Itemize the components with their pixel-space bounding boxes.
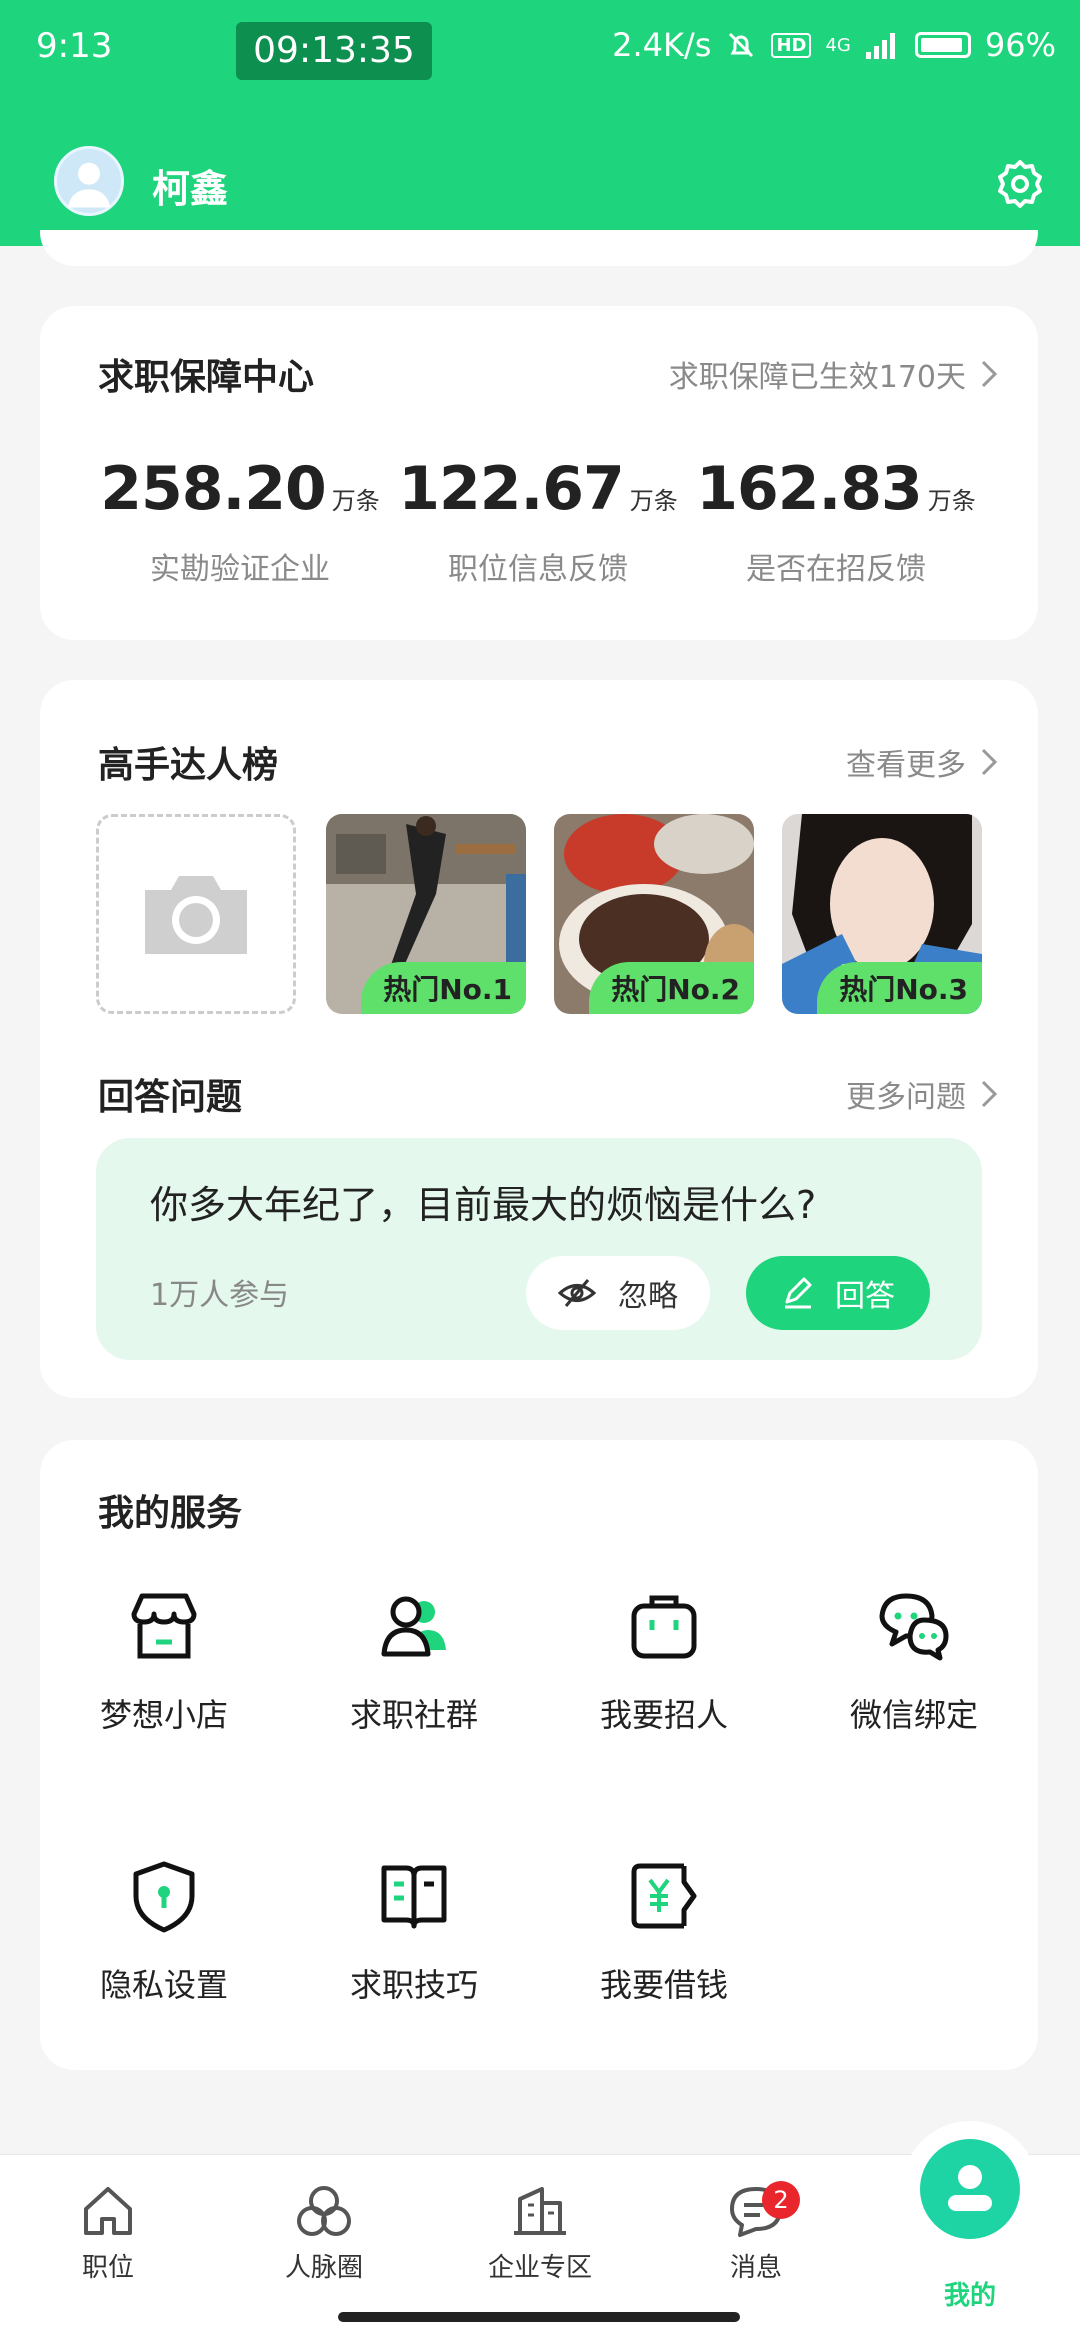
tab-me[interactable]: 我的	[902, 2121, 1038, 2311]
status-clock: 09:13:35	[236, 22, 432, 80]
battery-level: 96%	[984, 26, 1056, 64]
previous-card	[40, 230, 1038, 266]
question-box[interactable]: 你多大年纪了，目前最大的烦恼是什么? 1万人参与 忽略 回答	[96, 1138, 982, 1360]
home-icon	[84, 2187, 132, 2235]
qa-more-link[interactable]: 更多问题	[846, 1072, 998, 1116]
service-privacy[interactable]: 隐私设置	[64, 1858, 264, 2006]
services-card: 我的服务 梦想小店 求职社群 我要招人 微信绑定 隐私设置 求职技巧 我要借钱	[40, 1440, 1038, 2070]
yuan-icon	[631, 1863, 697, 1929]
tab-messages[interactable]: 消息	[686, 2181, 826, 2284]
stat-verified-companies: 258.20 万条 实勘验证企业	[100, 454, 380, 587]
experts-qa-card: 高手达人榜 查看更多 热门No.1 热门No.2 热门No.3 回答问题 更多问…	[40, 680, 1038, 1398]
home-indicator[interactable]	[338, 2312, 740, 2322]
guarantee-status[interactable]: 求职保障已生效170天	[669, 352, 998, 396]
signal-icon	[865, 33, 895, 59]
chevron-right-icon	[981, 360, 998, 388]
hot-badge: 热门No.2	[589, 962, 754, 1014]
user-icon	[948, 2165, 992, 2211]
service-borrow-money[interactable]: 我要借钱	[564, 1858, 764, 2006]
ignore-button[interactable]: 忽略	[526, 1256, 710, 1330]
guarantee-card[interactable]: 求职保障中心 求职保障已生效170天 258.20 万条 实勘验证企业 122.6…	[40, 306, 1038, 640]
question-participants: 1万人参与	[150, 1278, 290, 1313]
experts-more-link[interactable]: 查看更多	[846, 740, 998, 784]
briefcase-icon	[631, 1595, 697, 1659]
mute-bell-icon	[729, 32, 754, 58]
shield-icon	[133, 1861, 195, 1933]
status-bar: 9:13 09:13:35 2.4K/s HD 4G 96%	[0, 0, 1080, 96]
hot-badge: 热门No.3	[817, 962, 982, 1014]
profile-header: 柯鑫	[0, 96, 1080, 246]
shop-icon	[131, 1593, 197, 1659]
default-avatar-icon	[67, 162, 111, 208]
circles-icon	[297, 2186, 351, 2236]
service-job-tips[interactable]: 求职技巧	[314, 1858, 514, 2006]
chevron-right-icon	[981, 748, 998, 776]
hd-icon: HD	[771, 32, 812, 58]
services-title: 我的服务	[98, 1493, 243, 1534]
status-right: 2.4K/s HD 4G 96%	[612, 26, 1056, 64]
answer-button[interactable]: 回答	[746, 1256, 930, 1330]
qa-title: 回答问题	[98, 1077, 243, 1118]
status-time: 9:13	[36, 26, 113, 66]
service-wechat-bind[interactable]: 微信绑定	[814, 1588, 1014, 1736]
guarantee-title: 求职保障中心	[98, 357, 315, 398]
building-icon	[514, 2187, 566, 2235]
service-job-community[interactable]: 求职社群	[314, 1588, 514, 1736]
book-icon	[381, 1865, 447, 1929]
stat-hiring-feedback: 162.83 万条 是否在招反馈	[696, 454, 976, 587]
username[interactable]: 柯鑫	[152, 158, 228, 213]
pencil-icon	[785, 1277, 812, 1309]
service-hire[interactable]: 我要招人	[564, 1588, 764, 1736]
tab-network[interactable]: 人脉圈	[254, 2181, 394, 2284]
hot-badge: 热门No.1	[361, 962, 526, 1014]
stat-job-feedback: 122.67 万条 职位信息反馈	[398, 454, 678, 587]
community-icon	[381, 1596, 446, 1657]
upload-photo-button[interactable]	[96, 814, 296, 1014]
tab-jobs[interactable]: 职位	[38, 2181, 178, 2284]
battery-icon	[914, 32, 971, 58]
camera-icon	[145, 876, 247, 954]
expert-thumb-1[interactable]: 热门No.1	[326, 814, 526, 1014]
service-dream-shop[interactable]: 梦想小店	[64, 1588, 264, 1736]
network-type: 4G	[825, 34, 851, 56]
eye-off-icon	[558, 1279, 596, 1307]
chevron-right-icon	[981, 1080, 998, 1108]
message-count-badge: 2	[762, 2181, 800, 2219]
experts-title: 高手达人榜	[98, 745, 279, 786]
wechat-icon	[879, 1593, 949, 1661]
expert-thumb-2[interactable]: 热门No.2	[554, 814, 754, 1014]
question-text: 你多大年纪了，目前最大的烦恼是什么?	[150, 1183, 817, 1227]
settings-gear-icon[interactable]	[992, 156, 1048, 212]
avatar[interactable]	[54, 146, 124, 216]
net-speed: 2.4K/s	[612, 26, 712, 64]
expert-thumb-3[interactable]: 热门No.3	[782, 814, 982, 1014]
tab-enterprise[interactable]: 企业专区	[470, 2181, 610, 2284]
